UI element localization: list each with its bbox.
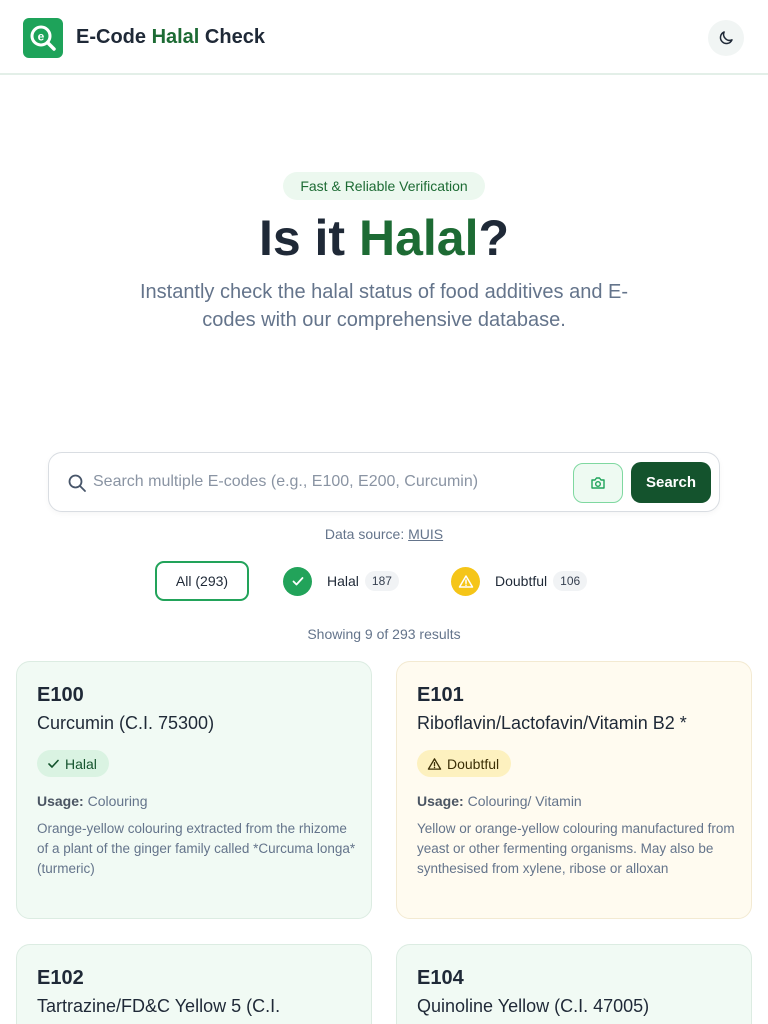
hero-title-prefix: Is it — [258, 210, 359, 266]
brand-prefix: E-Code — [76, 26, 152, 48]
data-source-label: Data source: — [324, 526, 409, 542]
filter-doubtful-label: Doubtful — [495, 573, 548, 589]
usage: Usage: Colouring/ Vitamin — [417, 793, 582, 809]
ecode-name: Curcumin (C.I. 75300) — [37, 713, 215, 733]
ecode-description: Orange-yellow colouring extracted from t… — [37, 821, 356, 876]
status-text: Doubtful — [447, 755, 500, 772]
halal-check-icon — [283, 566, 312, 596]
data-source: Data source: MUIS — [0, 526, 768, 542]
app-title[interactable]: E-Code Halal Check — [76, 26, 265, 49]
search-input[interactable] — [93, 467, 563, 497]
filter-halal-count: 187 — [364, 571, 399, 591]
ecode-card[interactable]: E104 Quinoline Yellow (C.I. 47005) — [396, 944, 752, 1024]
usage-value: Colouring — [87, 793, 148, 809]
warning-icon — [427, 757, 442, 770]
usage-label: Usage: — [37, 793, 84, 809]
ecode-card[interactable]: E102 Tartrazine/FD&C Yellow 5 (C.I. — [16, 944, 372, 1024]
results-count: Showing 9 of 293 results — [307, 626, 461, 642]
ecode-code: E104 — [417, 967, 464, 989]
search-bar: Search — [48, 452, 720, 512]
usage-value: Colouring/ Vitamin — [467, 793, 582, 809]
hero-title-accent: Halal — [358, 210, 479, 266]
check-icon — [48, 759, 59, 768]
data-source-link[interactable]: MUIS — [408, 526, 443, 542]
ecode-card[interactable]: E101 Riboflavin/Lactofavin/Vitamin B2 * … — [396, 661, 752, 919]
filter-all[interactable]: All (293) — [155, 561, 249, 601]
logo[interactable]: e — [23, 18, 63, 58]
usage: Usage: Colouring — [37, 793, 148, 809]
hero-subtitle: Instantly check the halal status of food… — [139, 281, 629, 331]
ecode-card[interactable]: E100 Curcumin (C.I. 75300) Halal Usage: … — [16, 661, 372, 919]
status-badge: Halal — [37, 750, 109, 777]
ecode-name: Quinoline Yellow (C.I. 47005) — [417, 996, 650, 1016]
ecode-name: Tartrazine/FD&C Yellow 5 (C.I. — [37, 996, 281, 1016]
camera-scan-button[interactable] — [573, 463, 623, 503]
ecode-code: E100 — [37, 684, 84, 706]
brand-accent: Halal — [151, 26, 200, 48]
filter-halal-label: Halal — [327, 573, 359, 589]
camera-icon — [591, 477, 605, 489]
filter-halal[interactable]: Halal 187 — [283, 566, 399, 596]
filter-doubtful-count: 106 — [553, 571, 588, 591]
hero-title: Is it Halal? — [0, 208, 768, 268]
ecode-description: Yellow or orange-yellow colouring manufa… — [417, 821, 735, 876]
warning-icon — [451, 566, 480, 596]
tagline-badge: Fast & Reliable Verification — [283, 172, 485, 200]
ecode-code: E102 — [37, 967, 84, 989]
moon-icon — [719, 31, 733, 45]
theme-toggle-button[interactable] — [708, 20, 744, 56]
status-badge: Doubtful — [417, 750, 512, 777]
ecode-code: E101 — [417, 684, 464, 706]
brand-suffix: Check — [199, 26, 265, 48]
svg-text:e: e — [38, 30, 45, 44]
search-icon — [68, 474, 86, 492]
app-header: e E-Code Halal Check — [0, 0, 768, 75]
search-button[interactable]: Search — [631, 462, 711, 503]
status-text: Halal — [65, 755, 97, 772]
search-e-icon: e — [30, 25, 56, 51]
hero-title-suffix: ? — [478, 210, 510, 266]
usage-label: Usage: — [417, 793, 464, 809]
filter-doubtful[interactable]: Doubtful 106 — [451, 566, 588, 596]
ecode-name: Riboflavin/Lactofavin/Vitamin B2 * — [417, 713, 687, 733]
